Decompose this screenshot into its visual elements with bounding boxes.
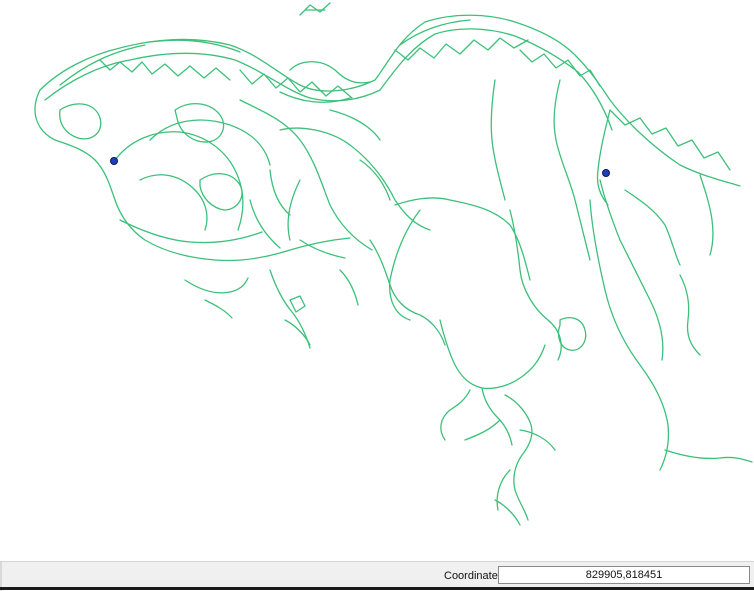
coordinate-field[interactable]: 829905,818451: [498, 566, 750, 584]
map-canvas[interactable]: [0, 0, 754, 561]
road-network: [34, 2, 753, 526]
status-bar: Coordinate 829905,818451: [0, 561, 754, 591]
east-point-marker[interactable]: [602, 169, 610, 177]
coordinate-label: Coordinate: [444, 570, 498, 582]
west-point-marker[interactable]: [110, 157, 118, 165]
